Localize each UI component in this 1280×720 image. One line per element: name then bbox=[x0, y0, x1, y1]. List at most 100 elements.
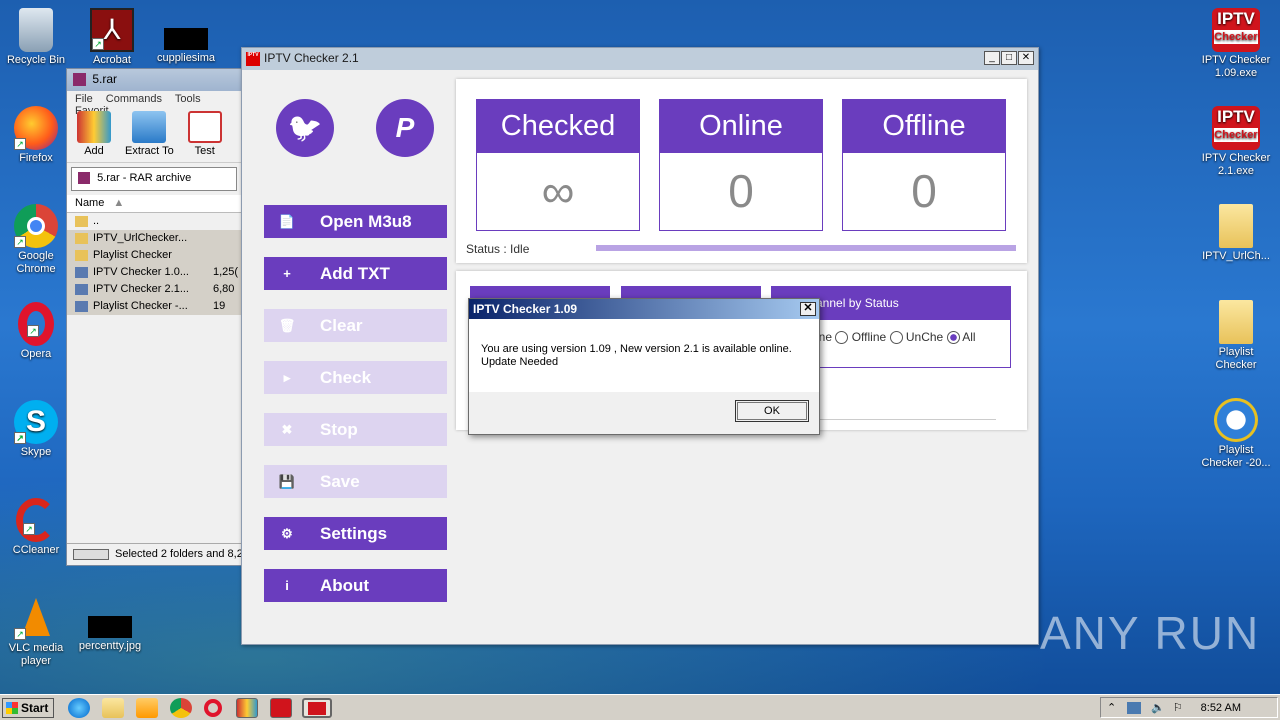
desktop-icon-playlist-checker[interactable]: Playlist Checker -20... bbox=[1200, 398, 1272, 470]
file-row[interactable]: IPTV Checker 1.0... 1,25( bbox=[67, 264, 241, 281]
network-icon[interactable] bbox=[1127, 702, 1141, 714]
winrar-taskbar-icon[interactable] bbox=[236, 698, 258, 718]
desktop-icon-vlc[interactable]: ↗ VLC media player bbox=[0, 596, 72, 668]
offline-value: 0 bbox=[911, 165, 937, 217]
settings-label: Settings bbox=[320, 523, 388, 543]
desktop-icon-label: CCleaner bbox=[12, 544, 60, 556]
filter-all-radio[interactable] bbox=[946, 331, 960, 345]
winrar-titlebar[interactable]: 5.rar bbox=[67, 69, 241, 91]
file-row[interactable]: Playlist Checker bbox=[67, 247, 241, 264]
desktop-icon-firefox[interactable]: ↗ Firefox bbox=[0, 106, 72, 165]
media-player-icon[interactable] bbox=[136, 698, 158, 718]
folder-icon bbox=[1219, 204, 1253, 248]
clock[interactable]: 8:52 AM bbox=[1201, 702, 1241, 714]
archive-icon bbox=[78, 172, 90, 185]
settings-button[interactable]: ⚙ Settings bbox=[264, 517, 447, 550]
add-button[interactable]: Add bbox=[77, 111, 111, 160]
iptv-title: IPTV Checker 2.1 bbox=[264, 51, 359, 65]
extract-to-button[interactable]: Extract To bbox=[125, 111, 174, 160]
desktop-icon-iptv-109[interactable]: IPTV Checker IPTV Checker 1.09.exe bbox=[1200, 8, 1272, 80]
ok-button[interactable]: OK bbox=[735, 400, 809, 422]
column-header-name[interactable]: Name ▲ bbox=[67, 195, 241, 213]
globe-icon bbox=[1214, 398, 1258, 442]
menu-tools[interactable]: Tools bbox=[175, 93, 201, 105]
desktop-icon-recycle-bin[interactable]: Recycle Bin bbox=[0, 8, 72, 67]
archive-path-field[interactable]: 5.rar - RAR archive bbox=[71, 167, 237, 191]
archive-path: 5.rar - RAR archive bbox=[97, 172, 192, 184]
desktop-icon-skype[interactable]: S ↗ Skype bbox=[0, 400, 72, 459]
twitter-icon: 🐦 bbox=[287, 112, 323, 143]
iptv-21-taskbar-icon[interactable] bbox=[302, 698, 332, 718]
chevron-up-icon[interactable]: ⌃ bbox=[1107, 701, 1116, 714]
twitter-button[interactable]: 🐦 bbox=[276, 99, 334, 157]
desktop-icon-iptv-21[interactable]: IPTV Checker IPTV Checker 2.1.exe bbox=[1200, 106, 1272, 178]
filter-unchecked-radio[interactable] bbox=[889, 331, 903, 345]
column-name-label: Name bbox=[75, 197, 105, 209]
extract-to-label: Extract To bbox=[125, 145, 174, 157]
desktop-icon-ccleaner[interactable]: ↗ CCleaner bbox=[0, 498, 72, 557]
volume-icon[interactable]: 🔈 bbox=[1151, 701, 1165, 714]
desktop-icon-folder-playlist[interactable]: Playlist Checker bbox=[1200, 300, 1272, 372]
check-button[interactable]: ▸ Check bbox=[264, 361, 447, 394]
file-row[interactable]: .. bbox=[67, 213, 241, 230]
menu-file[interactable]: File bbox=[75, 93, 93, 105]
iptv-app-icon: IPTV bbox=[246, 52, 260, 66]
ie-icon[interactable] bbox=[68, 698, 90, 718]
test-button[interactable]: Test bbox=[187, 111, 222, 160]
stop-label: Stop bbox=[320, 419, 358, 439]
stop-button[interactable]: ✖ Stop bbox=[264, 413, 447, 446]
update-dialog[interactable]: IPTV Checker 1.09 ✕ You are using versio… bbox=[468, 298, 820, 435]
file-icon: 📄 bbox=[278, 213, 296, 229]
close-button[interactable]: ✕ bbox=[1018, 51, 1034, 65]
desktop-icon-folder-urlchecker[interactable]: IPTV_UrlCh... bbox=[1200, 204, 1272, 263]
desktop-icon-label: Playlist Checker bbox=[1215, 346, 1257, 371]
explorer-icon[interactable] bbox=[102, 698, 124, 718]
play-icon: ▸ bbox=[283, 369, 291, 385]
desktop-icon-opera[interactable]: ↗ Opera bbox=[0, 302, 72, 361]
desktop-icon-label: percentty.jpg bbox=[78, 640, 142, 652]
save-button[interactable]: 💾 Save bbox=[264, 465, 447, 498]
start-label: Start bbox=[21, 701, 49, 715]
minimize-button[interactable]: _ bbox=[984, 51, 1000, 65]
file-size: 6,80 bbox=[213, 283, 235, 295]
exe-icon bbox=[75, 267, 88, 278]
desktop-icon-acrobat[interactable]: ⅄ ↗ Acrobat bbox=[76, 8, 148, 67]
paypal-button[interactable]: P bbox=[376, 99, 434, 157]
file-row[interactable]: IPTV Checker 2.1... 6,80 bbox=[67, 281, 241, 298]
filter-offline-label: Offline bbox=[851, 330, 887, 344]
desktop-icon-chrome[interactable]: ↗ Google Chrome bbox=[0, 204, 72, 276]
clear-button[interactable]: 🗑 Clear bbox=[264, 309, 447, 342]
start-button[interactable]: Start bbox=[2, 698, 54, 718]
flag-icon[interactable]: ⚐ bbox=[1173, 701, 1183, 714]
opera-taskbar-icon[interactable] bbox=[204, 699, 222, 717]
desktop-icon-label: Firefox bbox=[19, 152, 53, 164]
file-row[interactable]: IPTV_UrlChecker... bbox=[67, 230, 241, 247]
winrar-window[interactable]: 5.rar File Commands Tools Favorit Add Ex… bbox=[66, 68, 242, 566]
firefox-icon: ↗ bbox=[14, 106, 58, 150]
about-button[interactable]: i About bbox=[264, 569, 447, 602]
filter-offline-radio[interactable] bbox=[835, 331, 849, 345]
file-size: 1,25( bbox=[213, 266, 239, 278]
dialog-close-button[interactable]: ✕ bbox=[800, 302, 816, 316]
folder-icon bbox=[75, 216, 88, 227]
desktop-icon-label: Recycle Bin bbox=[6, 54, 66, 66]
menu-commands[interactable]: Commands bbox=[106, 93, 162, 105]
open-m3u8-button[interactable]: 📄 Open M3u8 bbox=[264, 205, 447, 238]
desktop-icon-file[interactable]: cuppliesima bbox=[150, 8, 222, 65]
file-row[interactable]: Playlist Checker -... 19 bbox=[67, 298, 241, 315]
file-name: .. bbox=[93, 215, 100, 227]
dialog-titlebar[interactable]: IPTV Checker 1.09 ✕ bbox=[469, 299, 819, 319]
winrar-menubar: File Commands Tools Favorit bbox=[67, 91, 241, 117]
maximize-button[interactable]: □ bbox=[1001, 51, 1017, 65]
add-txt-button[interactable]: + Add TXT bbox=[264, 257, 447, 290]
dialog-message: You are using version 1.09 , New version… bbox=[481, 343, 792, 355]
iptv-titlebar[interactable]: IPTV IPTV Checker 2.1 _ □ ✕ bbox=[242, 48, 1038, 70]
file-name: IPTV Checker 2.1... bbox=[93, 283, 189, 295]
plus-icon: + bbox=[283, 266, 291, 281]
desktop-icon-label: Acrobat bbox=[93, 54, 131, 66]
chrome-taskbar-icon[interactable] bbox=[170, 698, 192, 718]
iptv-109-taskbar-icon[interactable] bbox=[270, 698, 292, 718]
iptv-checker-icon: IPTV Checker bbox=[1212, 106, 1260, 150]
desktop-icon-jpg[interactable]: percentty.jpg bbox=[74, 596, 146, 653]
winrar-title: 5.rar bbox=[92, 72, 118, 86]
